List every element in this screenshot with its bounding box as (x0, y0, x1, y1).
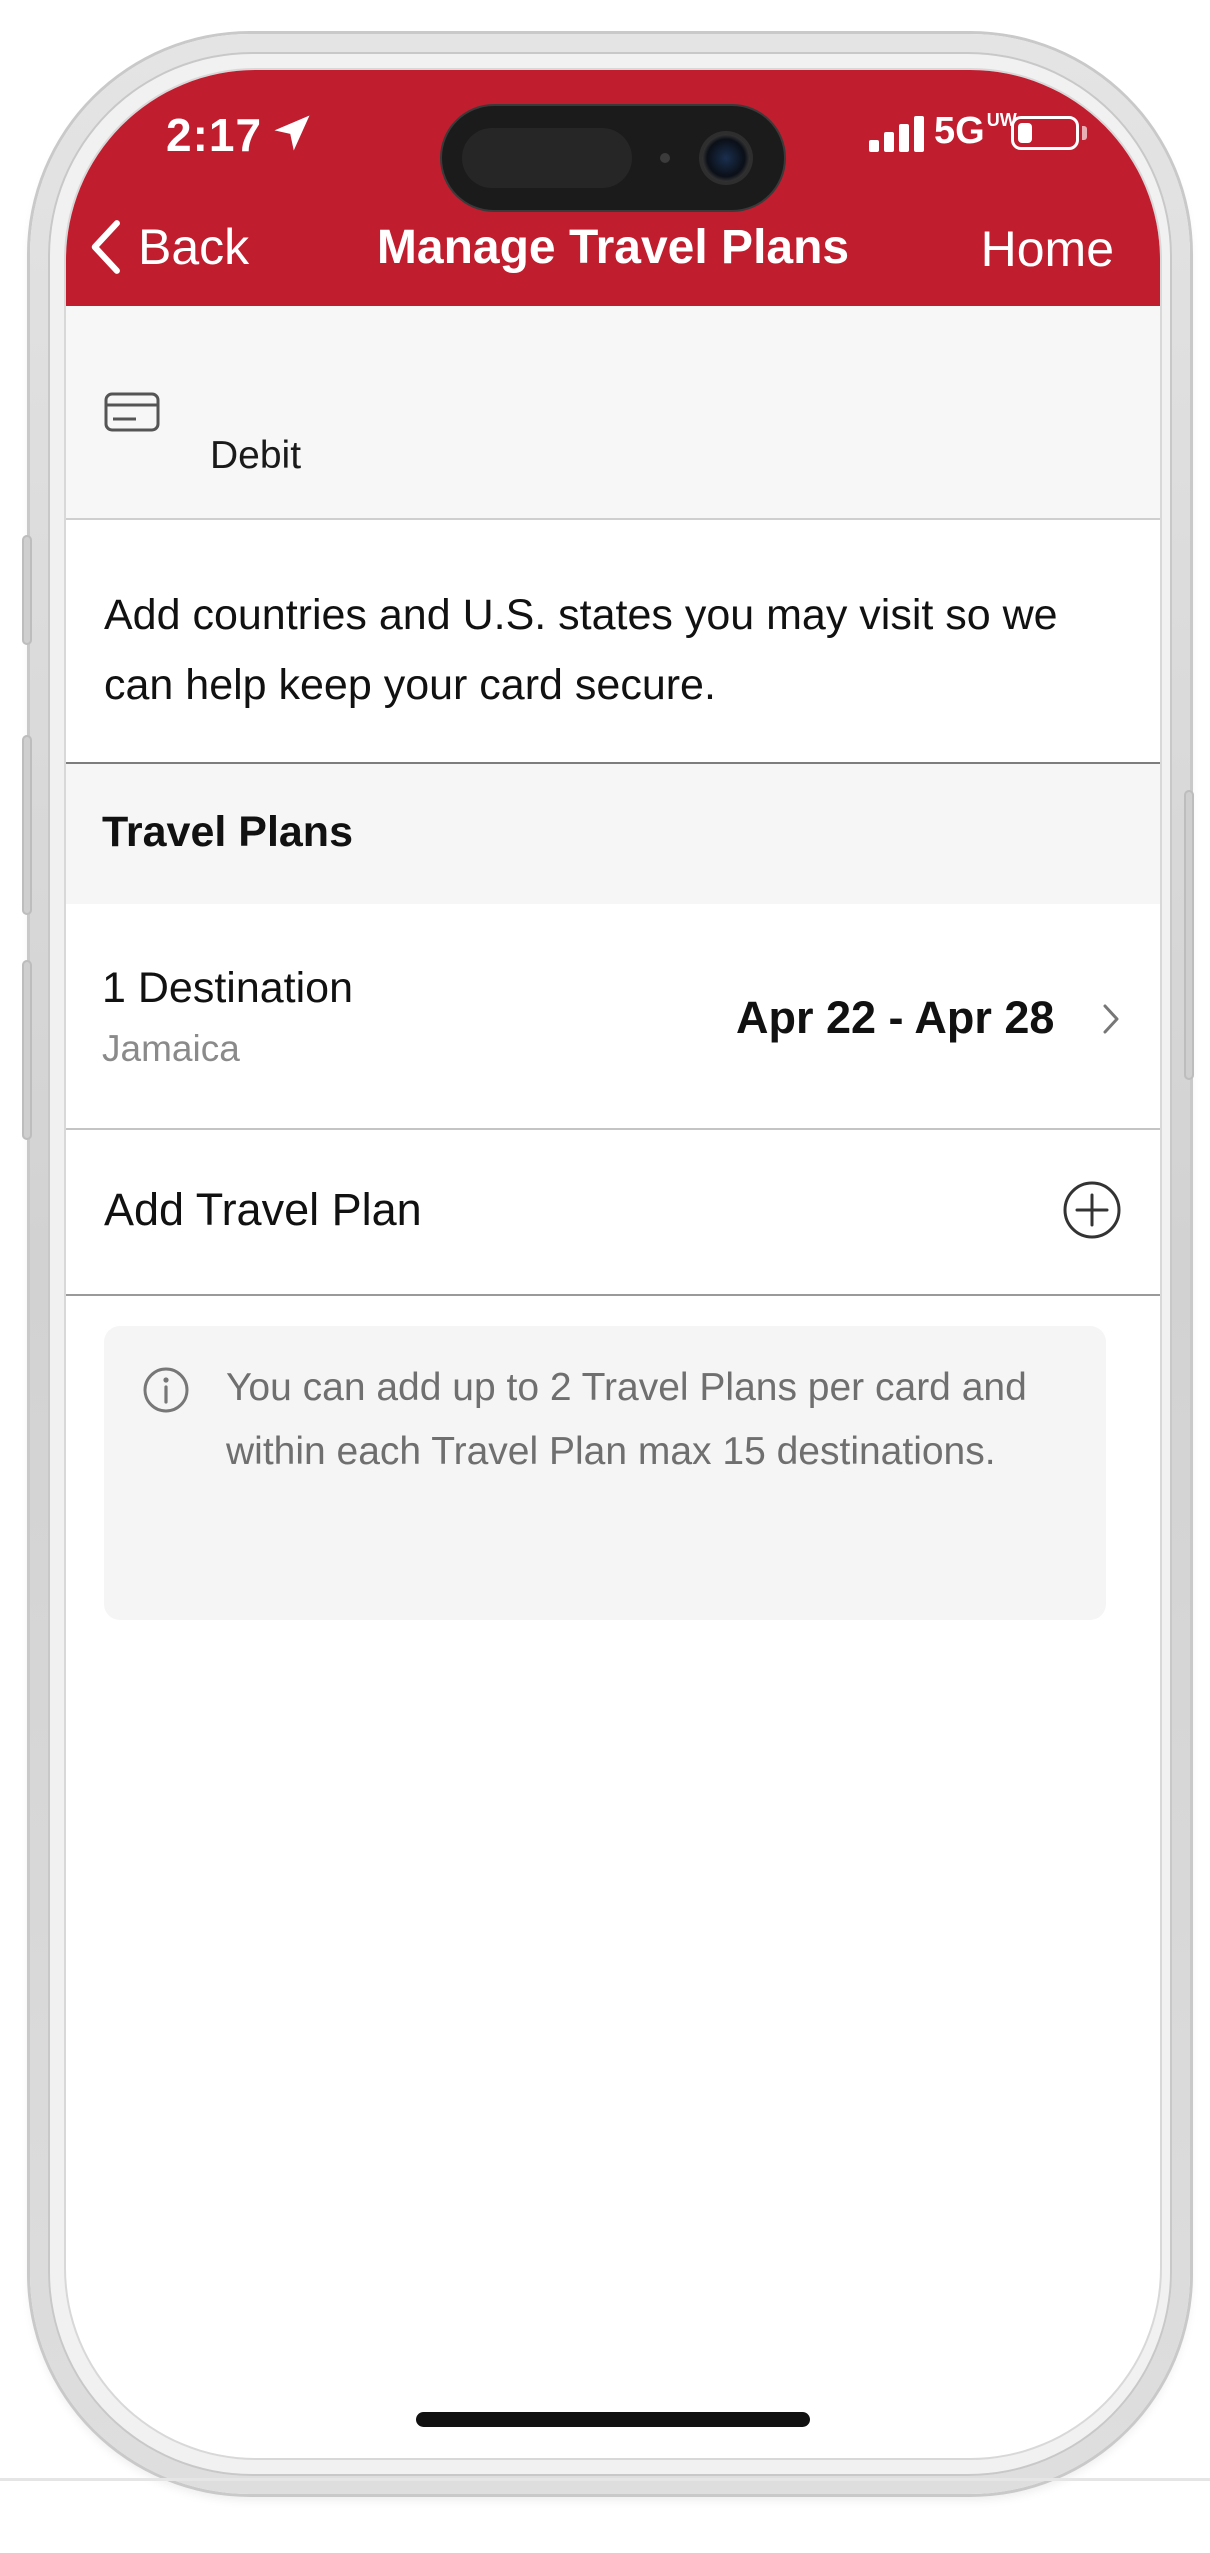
action-button (22, 535, 32, 645)
section-header: Travel Plans (66, 762, 1160, 906)
chevron-right-icon (1103, 1004, 1119, 1034)
floor-line (0, 2478, 1210, 2481)
travel-dates: Apr 22 - Apr 28 (736, 992, 1055, 1043)
front-camera (702, 134, 750, 182)
add-travel-plan-label: Add Travel Plan (104, 1184, 422, 1235)
card-type-label: Debit (210, 434, 302, 477)
battery-tip (1082, 126, 1087, 140)
description-text: Add countries and U.S. states you may vi… (104, 591, 1058, 709)
destination-count: 1 Destination (102, 964, 353, 1012)
network-type: 5G (934, 110, 985, 152)
volume-up-button (22, 735, 32, 915)
info-icon (143, 1367, 189, 1413)
battery-icon (1011, 116, 1079, 150)
add-circle-icon (1063, 1181, 1121, 1239)
credit-card-icon (104, 392, 160, 432)
section-title: Travel Plans (102, 808, 353, 856)
island-sensor-area (462, 128, 632, 188)
signal-bars-icon (869, 116, 925, 152)
app-header: 2:17 5G UW Back Manage Travel Plans Home (66, 70, 1160, 306)
home-indicator[interactable] (416, 2412, 810, 2427)
travel-plan-item[interactable]: 1 Destination Jamaica Apr 22 - Apr 28 (66, 904, 1160, 1130)
volume-down-button (22, 960, 32, 1140)
card-summary: Debit (66, 306, 1160, 520)
info-notice: You can add up to 2 Travel Plans per car… (104, 1326, 1106, 1620)
power-button (1184, 790, 1194, 1080)
status-time: 2:17 (166, 109, 263, 161)
island-sensor-dot (660, 153, 670, 163)
network-indicator: 5G UW (934, 110, 1017, 153)
location-arrow-icon (274, 115, 310, 151)
destination-list: Jamaica (102, 1028, 240, 1069)
info-text: You can add up to 2 Travel Plans per car… (226, 1366, 1027, 1473)
dynamic-island (442, 106, 784, 210)
network-sup: UW (986, 110, 1017, 130)
home-button[interactable]: Home (981, 220, 1114, 278)
phone-screen: 2:17 5G UW Back Manage Travel Plans Home… (66, 70, 1160, 2458)
add-travel-plan-button[interactable]: Add Travel Plan (66, 1130, 1160, 1296)
